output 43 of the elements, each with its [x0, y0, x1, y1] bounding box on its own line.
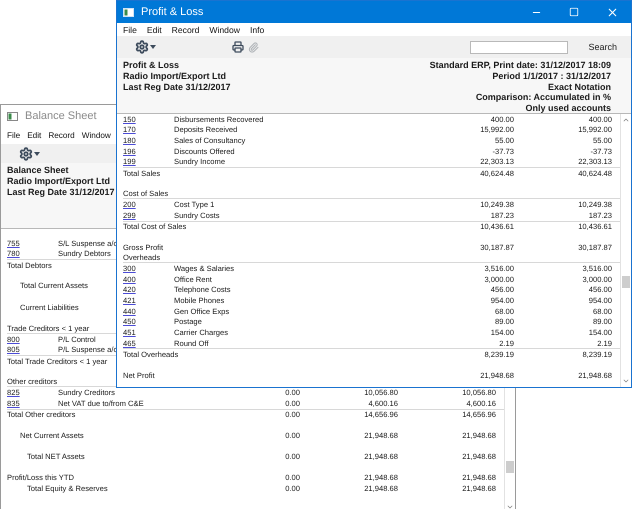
app-icon	[123, 8, 134, 16]
search-field[interactable]	[470, 40, 568, 54]
settings-icon	[19, 146, 33, 160]
printer-icon	[232, 41, 244, 53]
report-header-line: Only used accounts	[525, 103, 611, 114]
menu-item[interactable]: Record	[48, 131, 75, 140]
report-header-line: Radio Import/Export Ltd	[7, 176, 110, 187]
close-icon	[606, 6, 618, 18]
window-title: Profit & Loss	[141, 6, 204, 18]
maximize-icon	[569, 7, 579, 17]
print-button[interactable]	[232, 41, 244, 53]
scroll-thumb[interactable]	[506, 461, 514, 473]
report-header-line: Profit & Loss	[123, 60, 180, 71]
scroll-down-icon	[622, 377, 630, 385]
menu-item[interactable]: Record	[172, 24, 200, 34]
app-icon	[7, 112, 18, 120]
scroll-up-icon[interactable]	[622, 116, 630, 124]
window-title: Balance Sheet	[25, 110, 97, 122]
menu-item[interactable]: Info	[250, 24, 264, 34]
report-header-line: Last Reg Date 31/12/2017	[123, 82, 231, 92]
report-header-line: Exact Notation	[548, 82, 611, 92]
menu-item[interactable]: Edit	[146, 24, 162, 34]
report-header-line: Last Reg Date 31/12/2017	[7, 186, 115, 198]
settings-button[interactable]	[135, 40, 156, 54]
menu-item[interactable]: File	[7, 131, 20, 140]
menu-item[interactable]: File	[123, 24, 137, 34]
menu-item[interactable]: Window	[82, 131, 111, 140]
report-header-line: Comparison: Accumulated in %	[476, 92, 611, 104]
report-header-line: Balance Sheet	[7, 165, 69, 176]
caret-icon	[34, 152, 40, 156]
report-header-line: Radio Import/Export Ltd	[123, 70, 226, 82]
settings-icon	[135, 40, 149, 54]
settings-button[interactable]	[19, 146, 40, 160]
attach-button[interactable]	[248, 42, 259, 52]
caret-icon	[150, 45, 156, 49]
menu-item[interactable]: Edit	[27, 131, 42, 140]
report-header-line: Period 1/1/2017 : 31/12/2017	[492, 70, 611, 82]
report-header-line: Standard ERP, Print date: 31/12/2017 18:09	[430, 60, 611, 71]
menu-item[interactable]: Window	[209, 24, 240, 34]
scroll-down-icon	[506, 503, 514, 509]
search-button[interactable]: Search	[588, 42, 617, 52]
paperclip-icon	[248, 42, 259, 52]
scroll-thumb[interactable]	[622, 276, 630, 288]
